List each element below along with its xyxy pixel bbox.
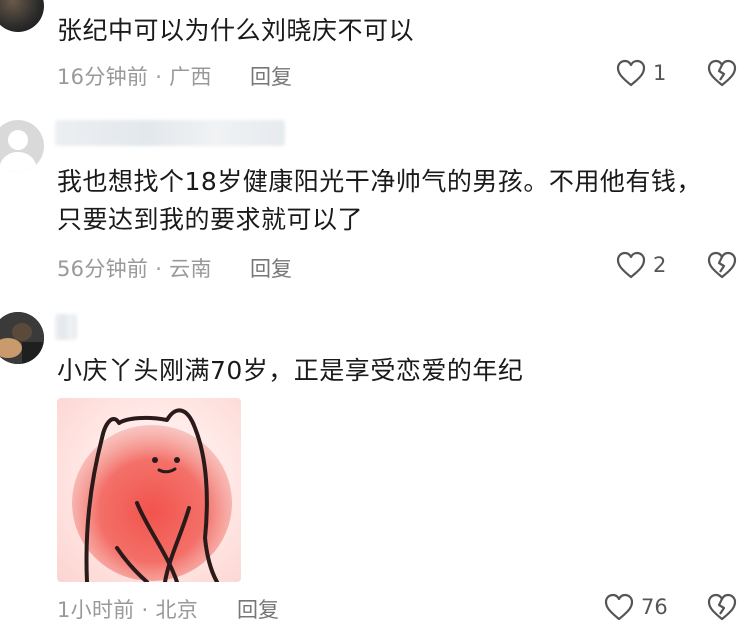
like-button[interactable]: 2: [615, 250, 666, 280]
broken-heart-icon: [707, 251, 737, 279]
reply-button[interactable]: 回复: [250, 253, 292, 283]
like-button[interactable]: 1: [615, 58, 666, 88]
comment-text: 张纪中可以为什么刘晓庆不可以: [57, 16, 415, 45]
avatar[interactable]: [0, 0, 44, 32]
comment-time-location: 16分钟前 · 广西: [57, 65, 212, 89]
broken-heart-icon: [707, 59, 737, 87]
username-blurred: [55, 314, 77, 340]
default-avatar-icon: [0, 130, 38, 172]
comment-text: 小庆丫头刚满70岁，正是享受恋爱的年纪: [57, 356, 524, 385]
username-blurred: [55, 120, 285, 146]
avatar[interactable]: [0, 312, 44, 364]
heart-icon: [616, 59, 646, 87]
reply-button[interactable]: 回复: [237, 594, 279, 624]
cat-sticker-drawing: [72, 408, 232, 582]
dislike-button[interactable]: [706, 250, 738, 284]
comment-time-location: 56分钟前 · 云南: [57, 257, 212, 281]
like-count: 1: [653, 61, 667, 85]
comment-time-location: 1小时前 · 北京: [57, 598, 199, 622]
broken-heart-icon: [707, 593, 737, 621]
sticker-image[interactable]: [57, 398, 241, 582]
dislike-button[interactable]: [706, 592, 738, 626]
like-button[interactable]: 76: [603, 592, 668, 622]
like-count: 2: [653, 253, 667, 277]
comment-text: 我也想找个18岁健康阳光干净帅气的男孩。不用他有钱，只要达到我的要求就可以了: [57, 167, 702, 234]
avatar[interactable]: [0, 120, 44, 172]
heart-icon: [604, 593, 634, 621]
dislike-button[interactable]: [706, 58, 738, 92]
reply-button[interactable]: 回复: [250, 61, 292, 91]
heart-icon: [616, 251, 646, 279]
like-count: 76: [641, 595, 668, 619]
avatar-photo-detail: [0, 312, 44, 364]
